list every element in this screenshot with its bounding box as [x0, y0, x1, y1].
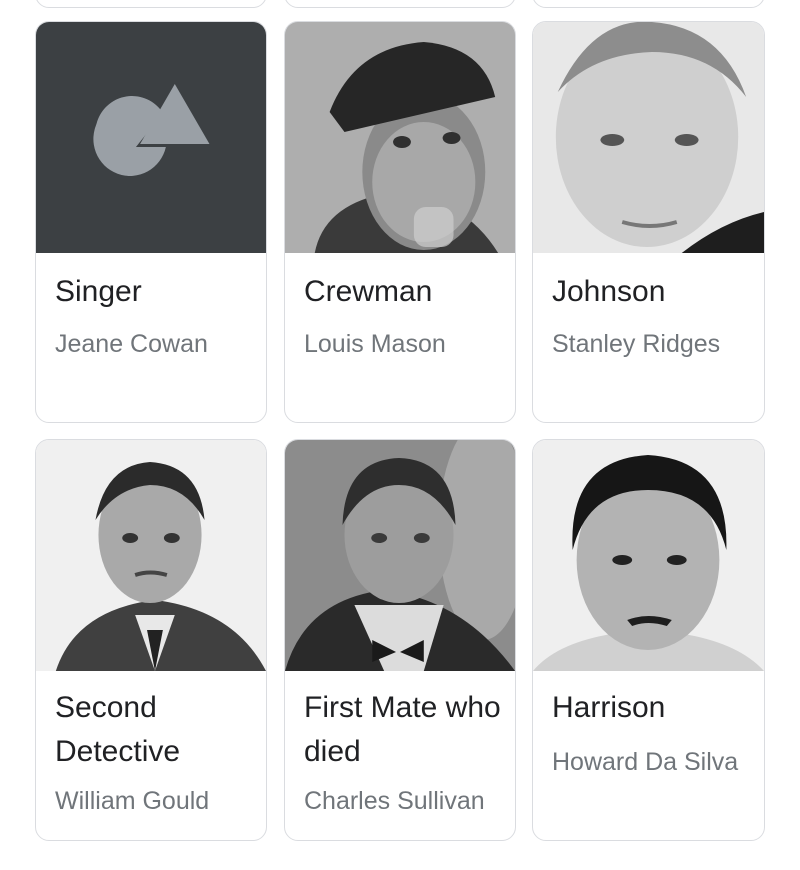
cast-card-johnson[interactable]: Johnson Stanley Ridges: [532, 21, 765, 423]
cast-photo-placeholder: [36, 22, 266, 253]
cast-card-partial[interactable]: [532, 0, 765, 8]
cast-actor: Jeane Cowan: [55, 330, 208, 358]
cast-card-singer[interactable]: Singer Jeane Cowan: [35, 21, 267, 423]
cast-actor: Stanley Ridges: [552, 330, 721, 358]
cast-role: Harrison: [552, 691, 666, 724]
cast-actor: Howard Da Silva: [552, 748, 739, 776]
cast-role: Johnson: [552, 275, 666, 308]
cast-card-partial[interactable]: [284, 0, 516, 8]
cast-role: Singer: [55, 275, 142, 308]
cast-photo-crewman: [285, 22, 515, 253]
cast-photo-johnson: [533, 22, 764, 253]
cast-card-crewman[interactable]: Crewman Louis Mason: [284, 21, 516, 423]
cast-actor: William Gould: [55, 787, 210, 815]
cast-card-partial[interactable]: [35, 0, 267, 8]
cast-role: Crewman: [304, 275, 433, 308]
cast-photo-first-mate: [285, 440, 515, 671]
cast-role: First Mate who died: [304, 691, 501, 768]
cast-photo-second-detective: [36, 440, 266, 671]
cast-actor: Charles Sullivan: [304, 787, 485, 815]
cast-card-first-mate[interactable]: First Mate who died Charles Sullivan: [284, 439, 516, 841]
cast-card-harrison[interactable]: Harrison Howard Da Silva: [532, 439, 765, 841]
cast-card-second-detective[interactable]: Second Detective William Gould: [35, 439, 267, 841]
cast-role: Second Detective: [55, 691, 181, 768]
cast-actor: Louis Mason: [304, 330, 446, 358]
cast-photo-harrison: [533, 440, 764, 671]
